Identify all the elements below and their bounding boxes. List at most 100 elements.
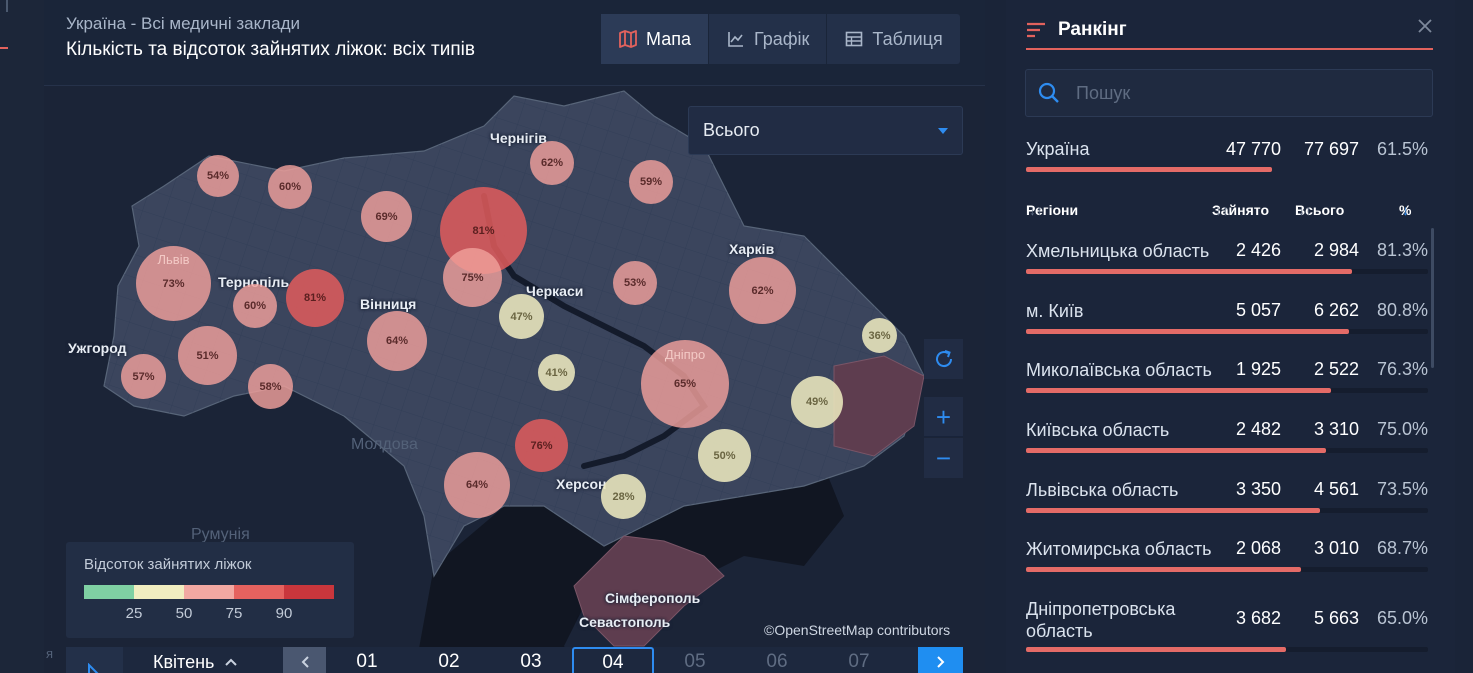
play-button[interactable] — [66, 647, 123, 673]
map-bubble[interactable]: 69% — [361, 191, 412, 242]
zoom-out-icon: − — [935, 443, 952, 473]
map-bubble[interactable]: 60% — [268, 165, 312, 209]
region-percent: 76.3% — [1376, 359, 1428, 379]
bubble-value: 57% — [132, 370, 155, 383]
map-bubble[interactable]: 57% — [121, 354, 166, 399]
legend-title: Відсоток зайнятих ліжок — [84, 556, 252, 573]
bubble-city-label-lviv: Львів — [157, 252, 190, 267]
progress-bar — [1026, 448, 1326, 453]
map-bubble[interactable]: 59% — [629, 160, 673, 204]
ranking-row[interactable]: Миколаївська область 1 925 2 522 76.3% — [1026, 347, 1428, 406]
day-item[interactable]: 03 — [490, 647, 572, 673]
progress-bar — [1026, 508, 1320, 513]
ranking-row[interactable]: Львівська область 3 350 4 561 73.5% — [1026, 467, 1428, 526]
bubble-city-label-dnipro: Дніпро — [664, 347, 706, 363]
panel-separator — [985, 0, 1006, 673]
region-total: 5 663 — [1313, 608, 1359, 628]
prev-day-button[interactable] — [283, 647, 326, 673]
map-bubble[interactable]: 51% — [178, 326, 237, 385]
map-bubble[interactable]: 53% — [613, 261, 657, 305]
ranking-scrollbar[interactable] — [1431, 228, 1434, 368]
close-icon — [1418, 19, 1432, 33]
legend-tick: 90 — [275, 605, 293, 622]
left-sidebar-edge — [0, 0, 44, 673]
bubble-value: 49% — [805, 396, 829, 408]
bubble-value: 36% — [868, 329, 891, 342]
day-item[interactable]: 06 — [736, 647, 818, 673]
ranking-row[interactable]: м. Київ 5 057 6 262 80.8% — [1026, 288, 1428, 347]
tab-graph[interactable]: Графік — [709, 14, 828, 64]
region-total: 2 984 — [1313, 240, 1359, 260]
region-total: 3 010 — [1313, 538, 1359, 558]
map-bubble[interactable]: 81% — [286, 269, 344, 327]
map-view[interactable]: Чернігів Харків Тернопіль Черкаси Вінниц… — [44, 86, 985, 673]
left-edge-marker — [0, 47, 8, 49]
close-button[interactable] — [1417, 18, 1433, 39]
map-bubble[interactable]: Дніпро 65% — [641, 340, 729, 428]
city-label-vinnytsia: Вінниця — [360, 296, 417, 312]
region-occupied: 1 925 — [1235, 359, 1281, 379]
map-bubble[interactable]: 36% — [862, 318, 897, 353]
map-bubble[interactable]: 75% — [443, 248, 502, 307]
day-item[interactable]: 02 — [408, 647, 490, 673]
month-selector[interactable]: Квітень — [123, 647, 283, 673]
search-input[interactable] — [1076, 82, 1396, 104]
ranking-row[interactable]: Хмельницька область 2 426 2 984 81.3% — [1026, 228, 1428, 287]
bubble-value: 81% — [303, 292, 327, 304]
map-attribution[interactable]: ©OpenStreetMap contributors — [764, 622, 950, 638]
next-day-button[interactable] — [918, 647, 963, 673]
total-name: Україна — [1026, 139, 1090, 159]
region-occupied: 3 682 — [1235, 608, 1281, 628]
month-label: Квітень — [153, 651, 215, 672]
ranking-panel: Ранкінг Україна 47 770 77 697 61.5% Регі… — [1006, 0, 1455, 673]
day-item[interactable]: 07 — [818, 647, 900, 673]
map-bubble[interactable]: 62% — [530, 141, 574, 185]
legend-swatch — [84, 585, 134, 599]
page-subtitle: Україна - Всі медичні заклади — [66, 14, 300, 33]
bubble-value: 60% — [278, 181, 302, 193]
legend-swatch — [284, 585, 334, 599]
tab-table[interactable]: Таблиця — [827, 14, 959, 64]
bubble-value: 76% — [530, 439, 553, 452]
map-bubble[interactable]: 62% — [729, 257, 796, 324]
map-bubble[interactable]: 54% — [197, 155, 239, 197]
refresh-button[interactable] — [924, 339, 963, 379]
bubble-value: 73% — [162, 277, 185, 290]
day-item[interactable]: 01 — [326, 647, 408, 673]
map-bubble[interactable]: 28% — [601, 474, 646, 519]
map-bubble[interactable]: 49% — [791, 376, 843, 428]
map-bubble[interactable]: 50% — [698, 429, 751, 482]
city-label-simferopol: Сімферополь — [605, 590, 701, 606]
ranking-row[interactable]: Київська область 2 482 3 310 75.0% — [1026, 407, 1428, 466]
tab-map[interactable]: Мапа — [601, 14, 709, 64]
total-beds: 77 697 — [1303, 139, 1359, 159]
map-bubble[interactable]: 58% — [248, 364, 293, 409]
right-edge — [1455, 0, 1473, 673]
map-bubble[interactable]: 47% — [499, 294, 544, 339]
bubble-value: 62% — [751, 284, 774, 297]
bubble-value: 81% — [472, 224, 495, 237]
region-name: Миколаївська область — [1026, 360, 1212, 380]
ranking-row[interactable]: Дніпропетровська область 3 682 5 663 65.… — [1026, 586, 1428, 656]
legend-swatch — [234, 585, 284, 599]
map-bubble[interactable]: 60% — [233, 284, 277, 328]
progress-bar — [1026, 647, 1286, 652]
region-name: Хмельницька область — [1026, 241, 1210, 261]
left-edge-tick — [0, 0, 8, 12]
ranking-row[interactable]: Житомирська область 2 068 3 010 68.7% — [1026, 526, 1428, 585]
map-bubble[interactable]: 76% — [515, 419, 568, 472]
day-item-active[interactable]: 04 — [572, 647, 654, 673]
bed-type-select[interactable]: Всього — [688, 106, 963, 155]
map-bubble[interactable]: 41% — [538, 354, 575, 391]
refresh-icon — [935, 350, 952, 368]
map-bubble[interactable]: Львів 73% — [136, 246, 211, 321]
table-icon — [844, 29, 864, 49]
map-bubble[interactable]: 64% — [444, 452, 510, 518]
bubble-value: 59% — [639, 176, 663, 188]
total-row[interactable]: Україна 47 770 77 697 61.5% — [1026, 136, 1428, 176]
zoom-out-button[interactable]: − — [924, 438, 963, 478]
bubble-value: 64% — [385, 335, 409, 347]
day-item[interactable]: 05 — [654, 647, 736, 673]
zoom-in-button[interactable]: + — [924, 397, 963, 437]
map-bubble[interactable]: 64% — [367, 311, 427, 371]
